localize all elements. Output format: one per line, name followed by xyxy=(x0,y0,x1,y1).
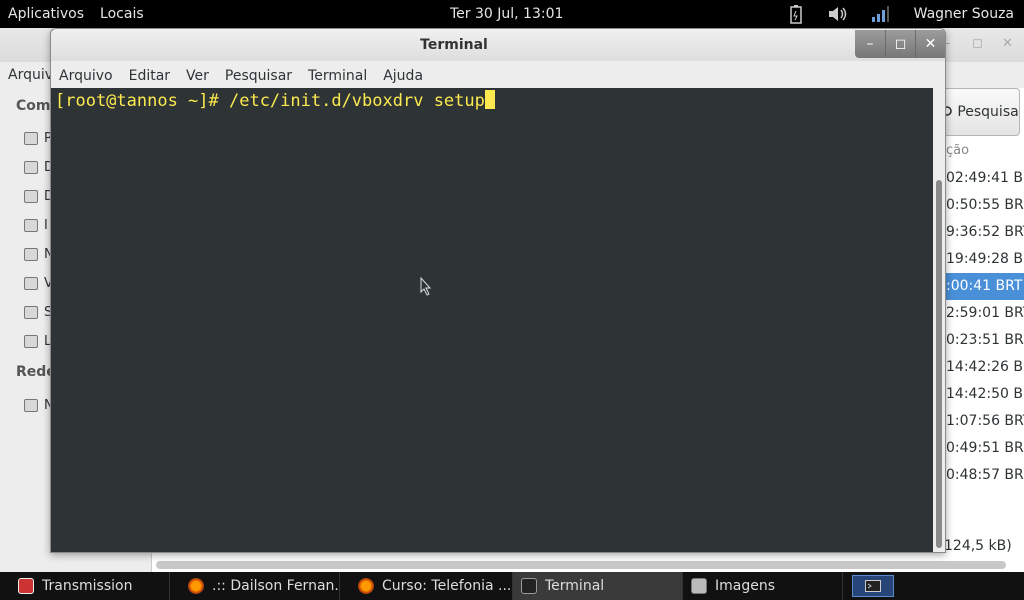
folder-icon xyxy=(24,160,38,174)
column-header-modified[interactable]: ção xyxy=(946,143,969,158)
vertical-scrollbar[interactable] xyxy=(933,88,945,552)
close-icon: ✕ xyxy=(924,36,937,52)
command-line: [root@tannos ~]# /etc/init.d/vboxdrv set… xyxy=(55,90,495,111)
search-label: Pesquisa xyxy=(957,104,1019,120)
folder-icon xyxy=(24,131,38,145)
maximize-icon[interactable]: ◻ xyxy=(972,36,983,51)
scrollbar-thumb[interactable] xyxy=(936,180,942,548)
terminal-icon xyxy=(865,580,881,592)
menu-terminal[interactable]: Terminal xyxy=(300,68,375,84)
close-icon[interactable]: ✕ xyxy=(1002,36,1013,51)
search-button[interactable]: Pesquisa xyxy=(938,88,1020,136)
terminal-icon xyxy=(521,578,537,594)
terminal-titlebar[interactable]: Terminal – ◻ ✕ xyxy=(51,29,945,61)
bottom-taskbar: Transmission .:: Dailson Fernan... Curso… xyxy=(0,572,1024,600)
menu-pesquisar[interactable]: Pesquisar xyxy=(217,68,300,84)
network-signal-icon[interactable] xyxy=(868,4,892,24)
battery-icon[interactable] xyxy=(784,4,808,24)
date-cell[interactable]: 2:59:01 BRT xyxy=(946,300,1024,327)
firefox-icon xyxy=(188,578,204,594)
firefox-icon xyxy=(358,578,374,594)
applications-menu[interactable]: Aplicativos xyxy=(0,6,92,22)
date-cell[interactable]: 1:07:56 BRT xyxy=(946,408,1024,435)
window-title: Terminal xyxy=(420,37,488,53)
folder-icon xyxy=(24,218,38,232)
status-size: 124,5 kB) xyxy=(944,538,1012,554)
minimize-icon: – xyxy=(866,36,874,52)
maximize-button[interactable]: ◻ xyxy=(885,30,915,58)
folder-icon xyxy=(691,578,707,594)
task-firefox-curso[interactable]: Curso: Telefonia ... xyxy=(340,572,513,600)
video-folder-icon xyxy=(24,276,38,290)
menu-ajuda[interactable]: Ajuda xyxy=(375,68,431,84)
horizontal-scrollbar[interactable] xyxy=(156,561,1006,569)
date-cell[interactable]: 0:23:51 BR xyxy=(946,327,1024,354)
folder-icon xyxy=(24,189,38,203)
terminal-window: Terminal – ◻ ✕ Arquivo Editar Ver Pesqui… xyxy=(50,28,946,553)
clock[interactable]: Ter 30 Jul, 13:01 xyxy=(450,6,563,22)
task-imagens[interactable]: Imagens xyxy=(683,572,843,600)
menu-ver[interactable]: Ver xyxy=(178,68,217,84)
date-cell[interactable]: 19:49:28 BR xyxy=(946,246,1024,273)
task-transmission[interactable]: Transmission xyxy=(0,572,170,600)
workspace-switcher[interactable] xyxy=(852,575,894,597)
minimize-button[interactable]: – xyxy=(855,30,885,58)
transmission-icon xyxy=(18,578,34,594)
menu-editar[interactable]: Editar xyxy=(121,68,178,84)
filesystem-icon xyxy=(24,305,38,319)
menu-arquivo[interactable]: Arquivo xyxy=(51,68,121,84)
command-text: [root@tannos ~]# /etc/init.d/vboxdrv set… xyxy=(55,91,485,111)
volume-icon[interactable] xyxy=(826,4,850,24)
date-cell[interactable]: 14:42:26 BR xyxy=(946,354,1024,381)
music-folder-icon xyxy=(24,247,38,261)
system-tray: Wagner Souza xyxy=(784,0,1024,28)
date-cell[interactable]: 14:42:50 BR xyxy=(946,381,1024,408)
places-menu[interactable]: Locais xyxy=(92,6,152,22)
date-cell[interactable]: :00:41 BRT xyxy=(946,273,1024,300)
task-terminal[interactable]: Terminal xyxy=(513,572,683,600)
date-cell[interactable]: 0:48:57 BR xyxy=(946,462,1024,489)
window-controls: – ◻ ✕ xyxy=(855,30,945,58)
date-cell[interactable]: 02:49:41 BR xyxy=(946,165,1024,192)
maximize-icon: ◻ xyxy=(894,36,907,52)
text-cursor xyxy=(484,90,495,109)
terminal-output[interactable]: [root@tannos ~]# /etc/init.d/vboxdrv set… xyxy=(51,88,933,552)
date-cell[interactable]: 9:36:52 BRT xyxy=(946,219,1024,246)
close-button[interactable]: ✕ xyxy=(915,30,945,58)
network-icon xyxy=(24,398,38,412)
task-firefox-dailson[interactable]: .:: Dailson Fernan... xyxy=(170,572,340,600)
menu-arquivo[interactable]: Arquiv xyxy=(8,67,53,83)
date-cell[interactable]: 0:50:55 BR xyxy=(946,192,1024,219)
user-menu[interactable]: Wagner Souza xyxy=(914,6,1014,22)
date-cell[interactable]: 0:49:51 BR xyxy=(946,435,1024,462)
mouse-pointer-icon xyxy=(420,277,432,296)
top-panel: Aplicativos Locais Ter 30 Jul, 13:01 Wag… xyxy=(0,0,1024,28)
trash-icon xyxy=(24,334,38,348)
terminal-menubar: Arquivo Editar Ver Pesquisar Terminal Aj… xyxy=(51,63,945,89)
